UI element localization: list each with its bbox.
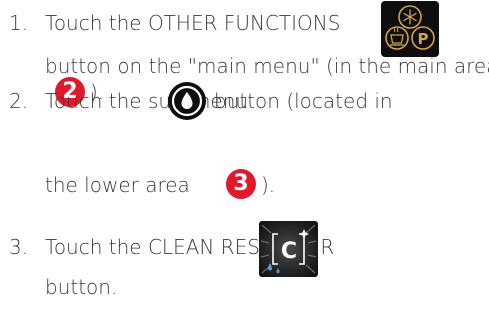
badge-lower-area: 3 [226, 169, 256, 199]
step-3-text-cont: button. [45, 275, 118, 299]
clean-reservoir-icon: C [259, 221, 318, 277]
step-1-line-1: 1. Touch the OTHER FUNCTIONS [9, 10, 340, 36]
step-1-number: 1. [9, 11, 29, 35]
step-2-line-2: the lower area [45, 172, 190, 198]
step-2-line-1: 2. Touch the sub-menu [9, 88, 248, 114]
clean-reservoir-icon-letter: C [281, 239, 297, 264]
other-functions-icon: P [381, 1, 439, 57]
step-1-text: Touch the OTHER FUNCTIONS [45, 11, 341, 35]
step-1-text-cont: button on the "main menu" (in the main a… [45, 54, 489, 78]
step-3-line-2: button. [45, 274, 117, 300]
other-functions-icon-letter: P [418, 30, 429, 48]
step-2-text-b: button (located in [214, 89, 393, 113]
water-drop-icon [167, 81, 207, 121]
step-2-text-c: the lower area [45, 173, 190, 197]
step-1-line-2: button on the "main menu" (in the main a… [45, 53, 489, 79]
instruction-page: 1. Touch the OTHER FUNCTIONS P button on… [0, 0, 489, 310]
step-2-close: ). [261, 173, 276, 197]
step-2-number: 2. [9, 89, 29, 113]
step-2-line-2b: ). [261, 172, 275, 198]
step-3-number: 3. [9, 235, 29, 259]
step-2-line-1b: button (located in [214, 88, 393, 114]
